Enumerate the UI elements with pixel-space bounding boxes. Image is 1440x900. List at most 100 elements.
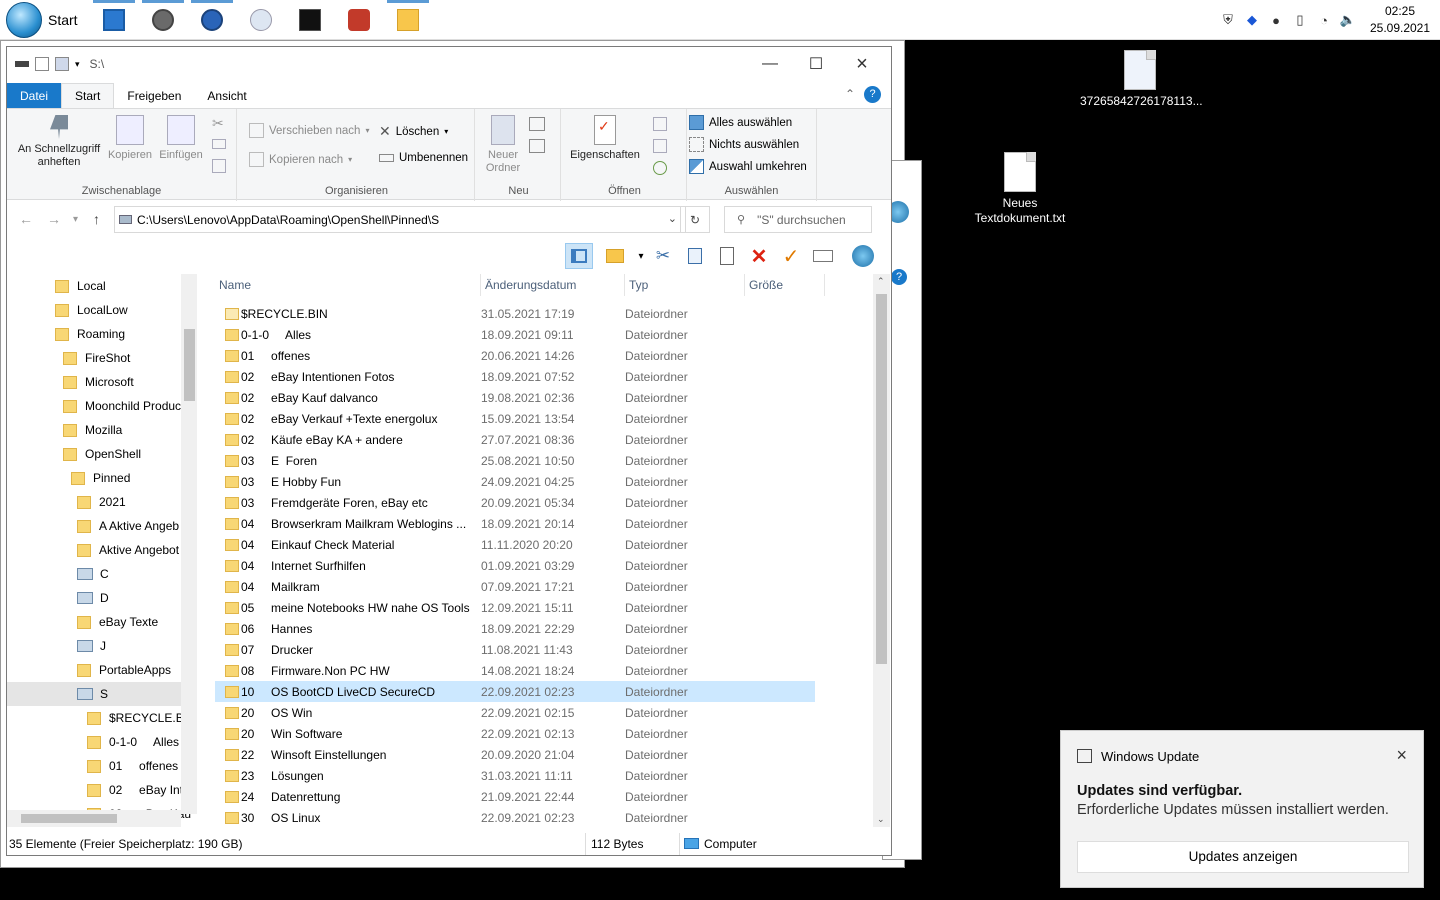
nav-item[interactable]: $RECYCLE.BIN [7,706,196,730]
nav-item[interactable]: Pinned [7,466,181,490]
table-row[interactable]: 02 eBay Verkauf +Texte energolux 15.09.20… [215,408,815,429]
table-row[interactable]: 20 OS Win 22.09.2021 02:15 Dateiordner [215,702,815,723]
table-row[interactable]: 06 Hannes 18.09.2021 22:29 Dateiordner [215,618,815,639]
help-icon[interactable]: ? [864,86,881,103]
open-icon[interactable] [653,117,667,131]
tab-start[interactable]: Start [61,83,115,108]
nav-item[interactable]: LocalLow [7,298,181,322]
select-none-button[interactable]: Nichts auswählen [689,137,799,152]
cut-icon[interactable]: ✂ [212,115,224,132]
nav-pane-hscroll-thumb[interactable] [21,814,117,823]
rename-button[interactable]: Umbenennen [379,152,468,164]
nav-item[interactable]: S [7,682,181,706]
move-to-button[interactable]: Verschieben nach ▾ [249,123,369,138]
search-input[interactable]: ⚲ "S" durchsuchen [724,206,872,233]
navigation-pane-toggle[interactable] [565,243,593,269]
table-row[interactable]: 03 Fremdgeräte Foren, eBay etc 20.09.2021… [215,492,815,513]
close-button[interactable]: × [839,47,885,81]
table-row[interactable]: 04 Mailkram 07.09.2021 17:21 Dateiordner [215,576,815,597]
pin-quick-access-button[interactable]: An Schnellzugriff anheften [11,115,107,169]
nav-pane-scrollbar[interactable] [181,274,197,814]
taskbar-explorer-app[interactable] [385,0,431,40]
cut-toolbar-icon[interactable]: ✂ [649,243,677,269]
nav-item[interactable]: Roaming [7,322,181,346]
desktop-textfile-icon[interactable]: Neues Textdokument.txt [960,152,1080,226]
up-icon[interactable]: ↑ [93,211,100,227]
tab-datei[interactable]: Datei [7,83,62,108]
shield-icon[interactable]: ⛨ [1216,0,1240,40]
properties-qat-icon[interactable] [35,57,49,71]
copy-to-button[interactable]: Kopieren nach ▾ [249,152,352,167]
new-item-icon[interactable] [529,117,545,131]
openshell-settings-button[interactable] [849,243,877,269]
collapse-ribbon-icon[interactable]: ⌃ [845,87,855,101]
nav-item[interactable]: J [7,634,181,658]
recent-dropdown-icon[interactable]: ▾ [73,214,78,225]
taskbar-browser-app[interactable] [189,0,235,40]
nav-item[interactable]: Local [7,274,181,298]
tab-freigeben[interactable]: Freigeben [114,83,194,108]
nav-item[interactable]: FireShot [7,346,181,370]
usb-icon[interactable]: ▯ [1288,0,1312,40]
file-list-scrollbar[interactable]: ⌃ ⌄ [873,274,890,827]
column-type[interactable]: Typ [625,274,745,296]
tab-ansicht[interactable]: Ansicht [194,83,259,108]
forward-icon[interactable]: → [47,211,61,227]
new-folder-button[interactable]: Neuer Ordner [483,115,523,175]
nav-item[interactable]: Moonchild Produc [7,394,181,418]
nav-item[interactable]: 01 offenes [7,754,181,778]
properties-toolbar-icon[interactable]: ✓ [777,243,805,269]
drive-icon[interactable] [15,61,29,67]
nav-item[interactable]: Aktive Angebot [7,538,181,562]
dropbox-icon[interactable]: ◆ [1240,0,1264,40]
email-toolbar-button[interactable] [809,243,837,269]
table-row[interactable]: 01 offenes 20.06.2021 14:26 Dateiordner [215,345,815,366]
nav-item[interactable]: Mozilla [7,418,181,442]
select-all-button[interactable]: Alles auswählen [689,115,792,130]
desktop-file-icon[interactable]: 37265842726178113... [1080,50,1203,109]
scroll-up-icon[interactable]: ⌃ [877,276,885,287]
table-row[interactable]: 30 OS Linux 22.09.2021 02:23 Dateiordner [215,807,815,827]
taskbar-globe-app[interactable] [238,0,284,40]
easy-access-icon[interactable] [529,139,545,153]
delete-toolbar-icon[interactable]: ✕ [745,243,773,269]
nav-item[interactable]: eBay Texte [7,610,181,634]
new-folder-qat-icon[interactable] [55,57,69,71]
address-dropdown-icon[interactable]: ⌄ [668,212,677,225]
nav-item[interactable]: PortableApps [7,658,181,682]
table-row[interactable]: $RECYCLE.BIN 31.05.2021 17:19 Dateiordner [215,303,815,324]
nav-pane-hscrollbar[interactable] [7,810,181,827]
clock[interactable]: 02:25 25.09.2021 [1360,3,1440,37]
table-row[interactable]: 07 Drucker 11.08.2021 11:43 Dateiordner [215,639,815,660]
table-row[interactable]: 02 eBay Kauf dalvanco 19.08.2021 02:36 Dat… [215,387,815,408]
table-row[interactable]: 03 E Foren 25.08.2021 10:50 Dateiordner [215,450,815,471]
table-row[interactable]: 02 Käufe eBay KA + andere 27.07.2021 08:3… [215,429,815,450]
invert-selection-button[interactable]: Auswahl umkehren [689,159,807,174]
close-icon[interactable]: × [1396,745,1407,766]
volume-icon[interactable]: 🔈 [1336,0,1360,40]
table-row[interactable]: 24 Datenrettung 21.09.2021 22:44 Dateiordn… [215,786,815,807]
table-row[interactable]: 08 Firmware.Non PC HW 14.08.2021 18:24 Dat… [215,660,815,681]
paste-toolbar-button[interactable] [713,243,741,269]
table-row[interactable]: 04 Einkauf Check Material 11.11.2020 20:2… [215,534,815,555]
column-date[interactable]: Änderungsdatum [481,274,625,296]
copy-toolbar-button[interactable] [681,243,709,269]
table-row[interactable]: 02 eBay Intentionen Fotos 18.09.2021 07:5… [215,366,815,387]
wifi-icon[interactable]: ◔ [1312,0,1336,40]
file-list-scroll-thumb[interactable] [876,294,887,664]
steam-tray-icon[interactable]: ● [1264,0,1288,40]
copy-path-icon[interactable] [212,139,226,149]
show-updates-button[interactable]: Updates anzeigen [1077,841,1409,873]
taskbar-steam-app[interactable] [140,0,186,40]
back-icon[interactable]: ← [19,211,33,227]
column-size[interactable]: Größe [745,274,825,296]
nav-item[interactable]: Microsoft [7,370,181,394]
paste-shortcut-icon[interactable] [212,159,226,173]
new-folder-toolbar-button[interactable] [601,243,629,269]
start-button[interactable]: Start [0,0,86,40]
nav-item[interactable]: A Aktive Angeb [7,514,181,538]
nav-item[interactable]: OpenShell [7,442,181,466]
copy-button[interactable]: Kopieren [105,115,155,162]
table-row[interactable]: 10 OS BootCD LiveCD SecureCD 22.09.2021 0… [215,681,815,702]
nav-item[interactable]: 2021 [7,490,181,514]
